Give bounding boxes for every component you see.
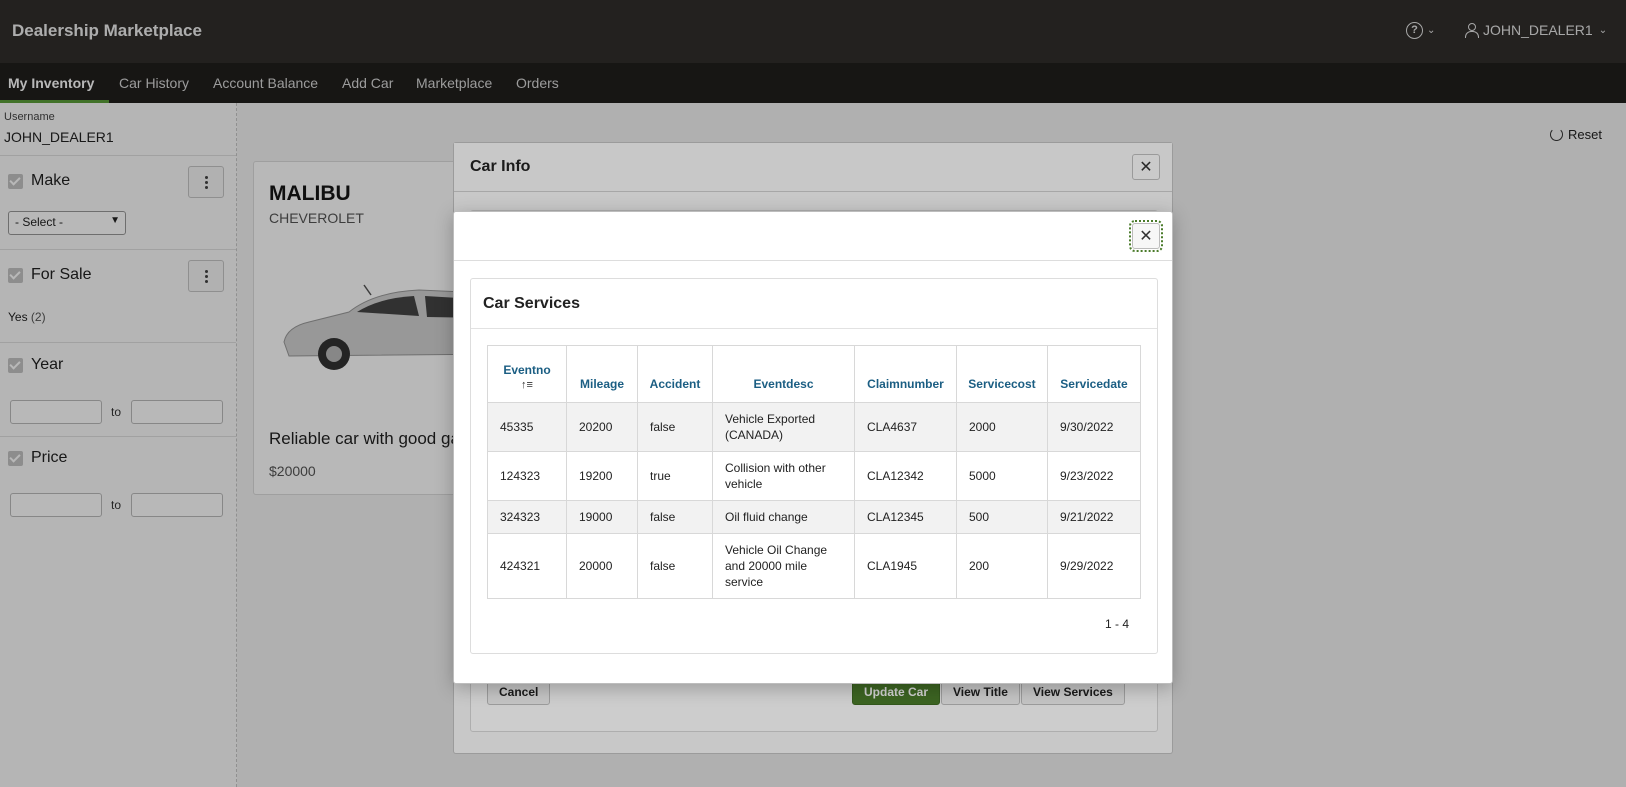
- column-header-mileage[interactable]: Mileage: [566, 345, 638, 403]
- cell-servicecost: 500: [956, 500, 1048, 534]
- column-header-eventdesc[interactable]: Eventdesc: [712, 345, 855, 403]
- column-header-servicedate[interactable]: Servicedate: [1047, 345, 1141, 403]
- cell-accident: false: [637, 533, 713, 599]
- cell-claimnumber: CLA12345: [854, 500, 957, 534]
- cell-servicedate: 9/23/2022: [1047, 451, 1141, 501]
- cell-eventdesc: Vehicle Exported (CANADA): [712, 402, 855, 452]
- column-header-claimnumber[interactable]: Claimnumber: [854, 345, 957, 403]
- column-header-servicecost[interactable]: Servicecost: [956, 345, 1048, 403]
- cell-eventno: 45335: [487, 402, 567, 452]
- cell-mileage: 20000: [566, 533, 638, 599]
- cell-servicecost: 200: [956, 533, 1048, 599]
- cell-claimnumber: CLA12342: [854, 451, 957, 501]
- car-services-title: Car Services: [483, 295, 580, 312]
- table-row: 324323 19000 false Oil fluid change CLA1…: [487, 500, 1141, 534]
- cell-accident: false: [637, 500, 713, 534]
- cell-claimnumber: CLA4637: [854, 402, 957, 452]
- car-services-dialog-header: ✕: [454, 212, 1172, 261]
- cell-mileage: 19200: [566, 451, 638, 501]
- table-row: 45335 20200 false Vehicle Exported (CANA…: [487, 402, 1141, 452]
- cell-claimnumber: CLA1945: [854, 533, 957, 599]
- cell-servicedate: 9/29/2022: [1047, 533, 1141, 599]
- cell-eventno: 424321: [487, 533, 567, 599]
- cell-mileage: 20200: [566, 402, 638, 452]
- car-services-dialog: ✕ Car Services Eventno ↑≡ Mileage Accide…: [453, 211, 1173, 684]
- cell-mileage: 19000: [566, 500, 638, 534]
- cell-accident: true: [637, 451, 713, 501]
- column-header-label: Eventno: [503, 363, 551, 377]
- cell-servicedate: 9/30/2022: [1047, 402, 1141, 452]
- car-services-close-button[interactable]: ✕: [1129, 220, 1163, 252]
- sort-ascending-icon: ↑≡: [521, 379, 533, 391]
- close-icon: ✕: [1139, 228, 1153, 245]
- cell-eventno: 124323: [487, 451, 567, 501]
- table-header-row: Eventno ↑≡ Mileage Accident Eventdesc Cl…: [487, 345, 1141, 403]
- cell-servicedate: 9/21/2022: [1047, 500, 1141, 534]
- cell-accident: false: [637, 402, 713, 452]
- column-header-eventno[interactable]: Eventno ↑≡: [487, 345, 567, 403]
- cell-servicecost: 2000: [956, 402, 1048, 452]
- cell-servicecost: 5000: [956, 451, 1048, 501]
- car-services-region: Car Services Eventno ↑≡ Mileage Accident…: [470, 278, 1158, 654]
- services-table: Eventno ↑≡ Mileage Accident Eventdesc Cl…: [487, 345, 1141, 599]
- cell-eventdesc: Vehicle Oil Change and 20000 mile servic…: [712, 533, 855, 599]
- car-services-region-header: Car Services: [471, 279, 1157, 329]
- column-header-accident[interactable]: Accident: [637, 345, 713, 403]
- cell-eventno: 324323: [487, 500, 567, 534]
- cell-eventdesc: Oil fluid change: [712, 500, 855, 534]
- cell-eventdesc: Collision with other vehicle: [712, 451, 855, 501]
- table-row: 124323 19200 true Collision with other v…: [487, 451, 1141, 501]
- pagination-range: 1 - 4: [1104, 617, 1129, 631]
- table-row: 424321 20000 false Vehicle Oil Change an…: [487, 533, 1141, 599]
